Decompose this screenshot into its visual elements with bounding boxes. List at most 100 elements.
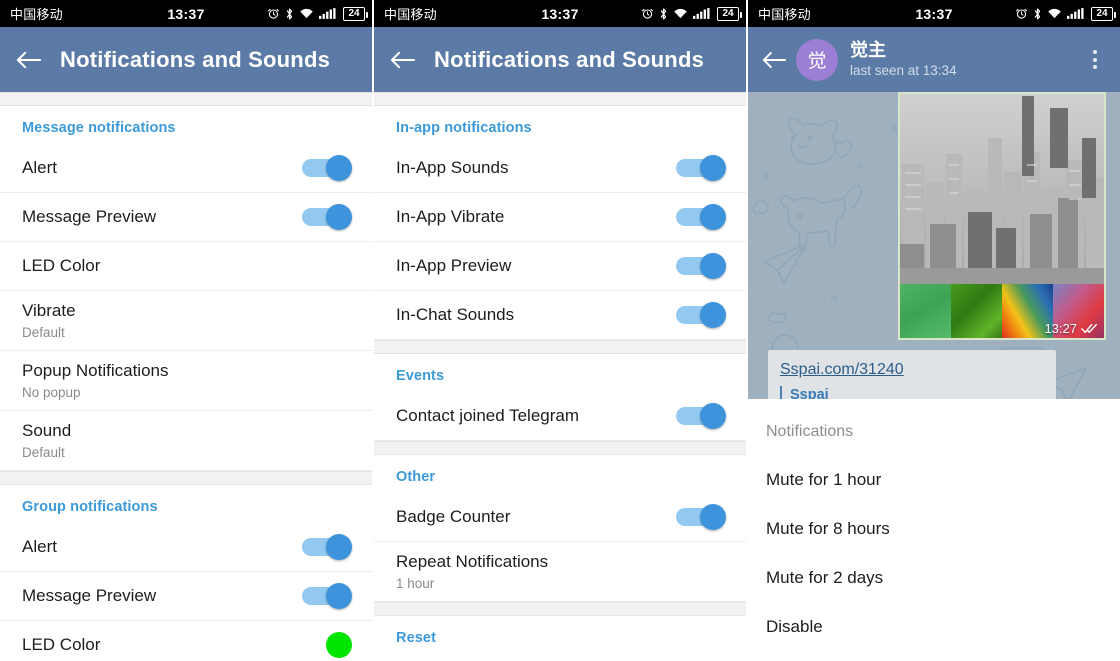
thumbnail-2[interactable]	[951, 284, 1002, 338]
toggle-message-preview[interactable]	[302, 204, 352, 230]
option-mute-8-hours[interactable]: Mute for 8 hours	[748, 504, 1120, 553]
signal-icon	[693, 8, 710, 19]
row-popup-notifications[interactable]: Popup Notifications No popup	[0, 351, 372, 411]
row-message-preview[interactable]: Message Preview	[0, 193, 372, 242]
status-icons: 24	[641, 6, 742, 21]
sheet-title: Notifications	[766, 423, 854, 440]
bluetooth-icon	[1034, 8, 1041, 19]
section-divider	[374, 441, 746, 455]
section-header-message-notifications: Message notifications	[22, 120, 176, 136]
section-header-group-notifications: Group notifications	[22, 499, 158, 515]
alarm-icon	[268, 8, 279, 19]
section-divider	[374, 602, 746, 616]
row-value: Default	[22, 324, 65, 340]
back-arrow-icon[interactable]	[16, 50, 54, 70]
row-sound[interactable]: Sound Default	[0, 411, 372, 471]
row-group-led-color[interactable]: LED Color	[0, 621, 372, 661]
toggle-group-alert[interactable]	[302, 534, 352, 560]
row-label: Popup Notifications	[22, 361, 169, 381]
status-bar: 中国移动 13:37 24	[748, 0, 1120, 27]
chat-app-bar: 觉 觉主 last seen at 13:34	[748, 27, 1120, 92]
row-in-app-preview[interactable]: In-App Preview	[374, 242, 746, 291]
app-bar-2: Notifications and Sounds	[374, 27, 746, 92]
row-group-alert[interactable]: Alert	[0, 523, 372, 572]
row-led-color[interactable]: LED Color	[0, 242, 372, 291]
row-vibrate[interactable]: Vibrate Default	[0, 291, 372, 351]
app-bar-1: Notifications and Sounds	[0, 27, 372, 92]
toggle-in-app-vibrate[interactable]	[676, 204, 726, 230]
section-divider	[0, 471, 372, 485]
settings-list-1: Message notifications Alert Message Prev…	[0, 92, 372, 661]
phone-panel-settings-2: 中国移动 13:37 24 Notifications and Sounds I…	[374, 0, 746, 661]
toggle-badge-counter[interactable]	[676, 504, 726, 530]
chat-title: 觉主	[850, 39, 886, 60]
battery-icon: 24	[343, 6, 368, 21]
wifi-icon	[674, 8, 687, 19]
toggle-group-message-preview[interactable]	[302, 583, 352, 609]
read-receipt-icon	[1081, 323, 1098, 334]
chat-subtitle: last seen at 13:34	[850, 63, 957, 79]
row-label: Message Preview	[22, 207, 157, 227]
row-contact-joined-telegram[interactable]: Contact joined Telegram	[374, 392, 746, 441]
row-label: LED Color	[22, 256, 101, 276]
signal-icon	[1067, 8, 1084, 19]
status-bar: 中国移动 13:37 24	[374, 0, 746, 27]
wifi-icon	[1048, 8, 1061, 19]
overflow-menu-icon[interactable]	[1082, 50, 1108, 69]
battery-level: 24	[722, 8, 734, 19]
row-value: 1 hour	[396, 575, 435, 591]
bluetooth-icon	[286, 8, 293, 19]
screenshot-root: 中国移动 13:37 24 Notifications and Sounds M…	[0, 0, 1120, 661]
reset-link[interactable]: Reset	[374, 616, 746, 654]
option-mute-2-days[interactable]: Mute for 2 days	[748, 553, 1120, 602]
led-color-swatch-icon[interactable]	[326, 632, 352, 658]
thumbnail-1[interactable]	[900, 284, 951, 338]
row-label: In-App Vibrate	[396, 207, 505, 227]
row-label: In-App Sounds	[396, 158, 509, 178]
section-header-other: Other	[396, 469, 436, 485]
row-value: Default	[22, 444, 65, 460]
status-icons: 24	[267, 6, 368, 21]
photo-album-message[interactable]: 13:27	[898, 92, 1106, 340]
alarm-icon	[1016, 8, 1027, 19]
toggle-in-app-preview[interactable]	[676, 253, 726, 279]
row-label: In-Chat Sounds	[396, 305, 515, 325]
row-label: Alert	[22, 158, 57, 178]
toggle-alert[interactable]	[302, 155, 352, 181]
row-repeat-notifications[interactable]: Repeat Notifications 1 hour	[374, 542, 746, 602]
chat-identity[interactable]: 觉主 last seen at 13:34	[850, 40, 1082, 80]
toggle-in-chat-sounds[interactable]	[676, 302, 726, 328]
phone-panel-settings-1: 中国移动 13:37 24 Notifications and Sounds M…	[0, 0, 372, 661]
row-value: No popup	[22, 384, 81, 400]
link-preview-url[interactable]: Sspai.com/31240	[780, 360, 1044, 381]
row-label: LED Color	[22, 635, 101, 655]
option-disable[interactable]: Disable	[748, 602, 1120, 651]
back-arrow-icon[interactable]	[390, 50, 428, 70]
section-divider	[374, 340, 746, 354]
bluetooth-icon	[660, 8, 667, 19]
section-header-in-app-notifications: In-app notifications	[396, 120, 532, 136]
section-divider	[374, 92, 746, 106]
avatar[interactable]: 觉	[796, 38, 838, 81]
battery-icon: 24	[1091, 6, 1116, 21]
toggle-in-app-sounds[interactable]	[676, 155, 726, 181]
sheet-options: Mute for 1 hour Mute for 8 hours Mute fo…	[748, 455, 1120, 651]
toggle-contact-joined-telegram[interactable]	[676, 403, 726, 429]
row-group-message-preview[interactable]: Message Preview	[0, 572, 372, 621]
thumbnail-4[interactable]: 13:27	[1044, 284, 1104, 338]
row-label: Alert	[22, 537, 57, 557]
row-in-chat-sounds[interactable]: In-Chat Sounds	[374, 291, 746, 340]
cityscape-photo[interactable]	[900, 94, 1104, 284]
option-mute-1-hour[interactable]: Mute for 1 hour	[748, 455, 1120, 504]
row-label: Vibrate	[22, 301, 76, 321]
row-alert[interactable]: Alert	[0, 144, 372, 193]
phone-panel-chat: 中国移动 13:37 24 觉 觉主 last seen at 13:34 13…	[748, 0, 1120, 661]
status-icons: 24	[1015, 6, 1116, 21]
row-label: Contact joined Telegram	[396, 406, 580, 426]
photo-thumbnail-strip: 13:27	[900, 284, 1104, 338]
row-badge-counter[interactable]: Badge Counter	[374, 493, 746, 542]
row-in-app-sounds[interactable]: In-App Sounds	[374, 144, 746, 193]
page-title: Notifications and Sounds	[60, 46, 331, 72]
row-in-app-vibrate[interactable]: In-App Vibrate	[374, 193, 746, 242]
back-arrow-icon[interactable]	[762, 50, 796, 70]
